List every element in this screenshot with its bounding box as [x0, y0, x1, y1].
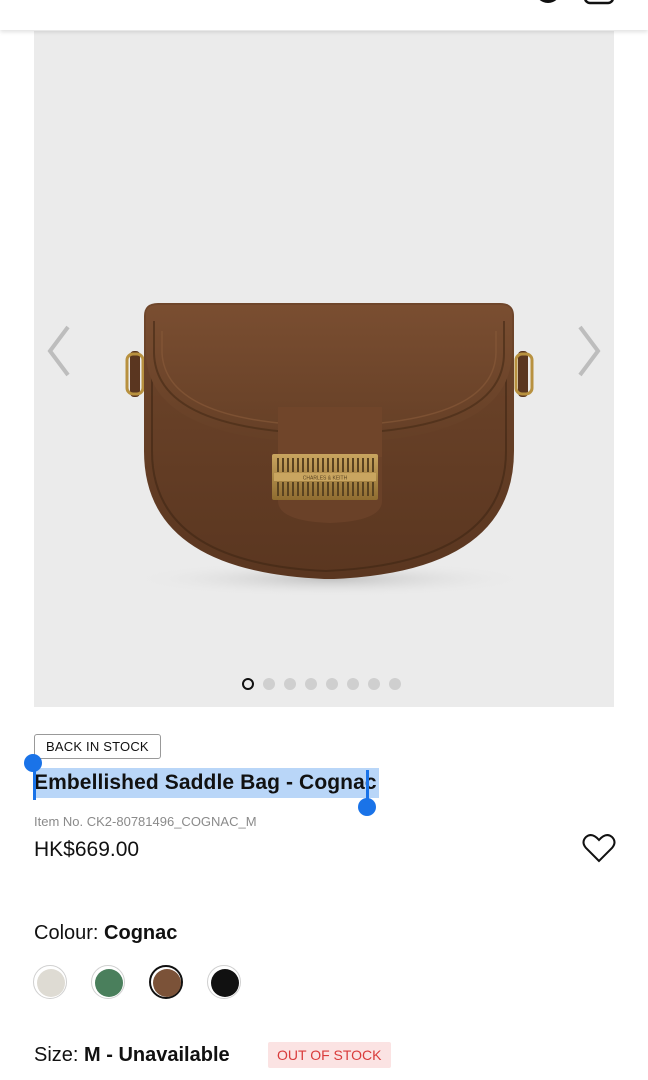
- product-image: CHARLES & KEITH: [125, 303, 534, 597]
- colour-swatch-fill: [95, 969, 123, 997]
- heart-icon[interactable]: [582, 832, 616, 864]
- product-price: HK$669.00: [34, 838, 140, 861]
- colour-swatch-black[interactable]: [207, 965, 241, 999]
- back-in-stock-badge: BACK IN STOCK: [34, 734, 161, 759]
- colour-label: Colour:: [34, 922, 105, 944]
- shopping-bag-icon[interactable]: [582, 0, 616, 6]
- colour-swatch-fill: [211, 969, 239, 997]
- clasp-brand-text: CHARLES & KEITH: [303, 476, 348, 482]
- out-of-stock-badge: OUT OF STOCK: [268, 1042, 391, 1068]
- colour-swatch-green[interactable]: [91, 965, 125, 999]
- item-number: Item No. CK2-80781496_COGNAC_M: [34, 814, 257, 829]
- gallery-pagination: [242, 678, 401, 692]
- gallery-dot[interactable]: [242, 678, 254, 690]
- product-gallery[interactable]: CHARLES & KEITH: [34, 31, 614, 707]
- gallery-dot[interactable]: [326, 678, 338, 690]
- colour-label-row: Colour: Cognac: [34, 922, 177, 945]
- selection-start-handle[interactable]: [24, 754, 42, 772]
- size-label: Size:: [34, 1044, 85, 1066]
- gallery-dot[interactable]: [389, 678, 401, 690]
- gallery-dot[interactable]: [263, 678, 275, 690]
- chevron-right-icon[interactable]: [572, 321, 606, 381]
- size-label-row: Size: M - Unavailable: [34, 1044, 230, 1067]
- colour-swatch-cognac[interactable]: [149, 965, 183, 999]
- gallery-dot[interactable]: [284, 678, 296, 690]
- colour-swatch-cream[interactable]: [33, 965, 67, 999]
- chevron-left-icon[interactable]: [42, 321, 76, 381]
- gallery-dot[interactable]: [305, 678, 317, 690]
- product-title-selection: Embellished Saddle Bag - Cognac: [24, 754, 379, 816]
- size-value: M - Unavailable: [84, 1044, 230, 1066]
- gallery-dot[interactable]: [347, 678, 359, 690]
- account-icon[interactable]: [533, 0, 563, 4]
- colour-swatch-fill: [37, 969, 65, 997]
- selection-end-handle[interactable]: [358, 798, 376, 816]
- product-title[interactable]: Embellished Saddle Bag - Cognac: [33, 768, 379, 798]
- gallery-dot[interactable]: [368, 678, 380, 690]
- colour-swatch-fill: [153, 969, 181, 997]
- top-header: [0, 0, 648, 30]
- colour-value: Cognac: [104, 922, 178, 944]
